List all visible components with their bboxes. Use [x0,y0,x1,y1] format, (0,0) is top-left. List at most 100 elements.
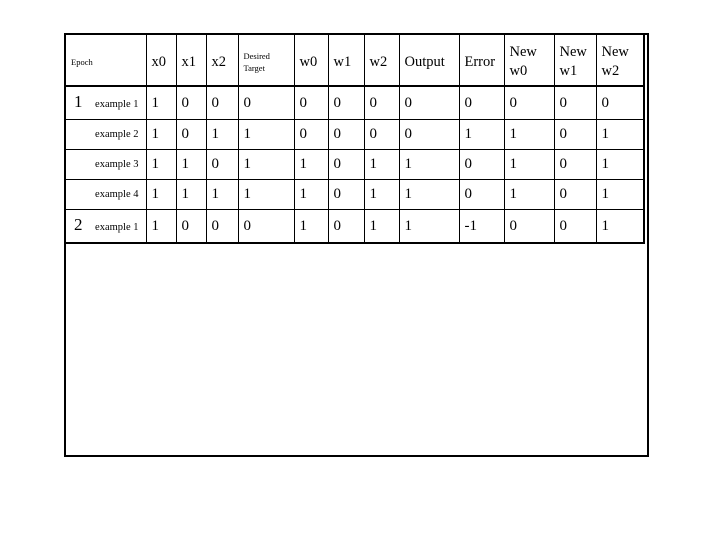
cell-new-w0: 1 [503,149,555,180]
header-label-epoch: Epoch [71,57,93,67]
header-label-w2: w2 [369,53,388,70]
header-label-new-w1-line1: New [559,44,587,60]
cell-x1: 0 [175,119,207,150]
header-label-new-w2-line2: w2 [601,63,620,79]
cell-w2: 1 [363,179,400,210]
cell-x2: 0 [205,209,239,244]
cell-w1: 0 [327,119,365,150]
cell-new-w0: 1 [503,119,555,150]
column-header-new-w2: New w2 [595,33,645,87]
table-row: example 4 1 1 1 1 1 0 1 1 0 1 0 1 [64,179,645,210]
table-row: example 2 1 0 1 1 0 0 0 0 1 1 0 1 [64,119,645,150]
cell-epoch: 2 example 1 [64,209,147,244]
cell-desired-target: 1 [237,119,295,150]
column-header-new-w0: New w0 [503,33,555,87]
cell-output: 0 [398,85,460,120]
cell-x0: 1 [145,85,177,120]
cell-error: 0 [458,179,505,210]
cell-output: 1 [398,209,460,244]
header-label-w1: w1 [333,53,352,70]
column-header-w1: w1 [327,33,365,87]
cell-output: 1 [398,179,460,210]
cell-output: 0 [398,119,460,150]
column-header-w0: w0 [293,33,329,87]
cell-w1: 0 [327,179,365,210]
example-label: example 1 [95,222,139,233]
cell-w0: 1 [293,149,329,180]
cell-w2: 0 [363,119,400,150]
column-header-output: Output [398,33,460,87]
cell-x2: 1 [205,179,239,210]
cell-x2: 0 [205,85,239,120]
column-header-desired-target: Desired Target [237,33,295,87]
header-label-output: Output [404,53,445,70]
cell-new-w1: 0 [553,149,597,180]
cell-x0: 1 [145,119,177,150]
header-label-w0: w0 [299,53,318,70]
header-label-new-w0-line1: New [509,44,537,60]
cell-epoch: 1 example 1 [64,85,147,120]
example-label: example 1 [95,99,139,110]
cell-x1: 1 [175,179,207,210]
cell-new-w2: 1 [595,149,645,180]
table-row: 1 example 1 1 0 0 0 0 0 0 0 0 0 0 0 [64,85,645,120]
cell-w1: 0 [327,209,365,244]
header-label-desired: Desired [243,51,270,61]
cell-error: -1 [458,209,505,244]
cell-w2: 1 [363,209,400,244]
table-header: Epoch x0 x1 x2 Desired Target w0 w1 w2 O… [64,33,645,87]
column-header-x1: x1 [175,33,207,87]
header-label-new-w0-line2: w0 [509,63,528,79]
cell-w0: 1 [293,209,329,244]
cell-w0: 1 [293,179,329,210]
cell-x1: 1 [175,149,207,180]
cell-output: 1 [398,149,460,180]
column-header-w2: w2 [363,33,400,87]
column-header-x2: x2 [205,33,239,87]
cell-x0: 1 [145,179,177,210]
cell-new-w2: 1 [595,119,645,150]
column-header-new-w1: New w1 [553,33,597,87]
table-row: example 3 1 1 0 1 1 0 1 1 0 1 0 1 [64,149,645,180]
cell-error: 0 [458,85,505,120]
cell-epoch: example 3 [64,149,147,180]
cell-new-w1: 0 [553,179,597,210]
cell-desired-target: 0 [237,209,295,244]
cell-desired-target: 1 [237,179,295,210]
example-label: example 3 [95,159,139,170]
column-header-epoch: Epoch [64,33,147,87]
cell-desired-target: 0 [237,85,295,120]
column-header-error: Error [458,33,505,87]
header-label-new-w2-line1: New [601,44,629,60]
table-body: 1 example 1 1 0 0 0 0 0 0 0 0 0 0 0 exam… [64,85,645,244]
header-label-new-w1-line2: w1 [559,63,578,79]
cell-w1: 0 [327,85,365,120]
cell-new-w2: 1 [595,179,645,210]
header-label-x2: x2 [211,53,227,70]
cell-w2: 0 [363,85,400,120]
cell-x0: 1 [145,209,177,244]
cell-desired-target: 1 [237,149,295,180]
example-label: example 4 [95,189,139,200]
cell-new-w0: 0 [503,209,555,244]
column-header-x0: x0 [145,33,177,87]
example-label: example 2 [95,129,139,140]
header-row: Epoch x0 x1 x2 Desired Target w0 w1 w2 O… [64,33,645,87]
cell-error: 0 [458,149,505,180]
header-label-error: Error [464,53,496,70]
cell-error: 1 [458,119,505,150]
cell-w1: 0 [327,149,365,180]
cell-x2: 1 [205,119,239,150]
cell-new-w0: 1 [503,179,555,210]
cell-new-w1: 0 [553,209,597,244]
cell-epoch: example 4 [64,179,147,210]
cell-new-w2: 1 [595,209,645,244]
cell-w2: 1 [363,149,400,180]
cell-w0: 0 [293,119,329,150]
header-label-target: Target [243,63,265,73]
epoch-number: 2 [74,215,83,234]
epoch-number: 1 [74,92,83,111]
cell-new-w2: 0 [595,85,645,120]
perceptron-training-table: Epoch x0 x1 x2 Desired Target w0 w1 w2 O… [64,33,645,244]
table-row: 2 example 1 1 0 0 0 1 0 1 1 -1 0 0 1 [64,209,645,244]
